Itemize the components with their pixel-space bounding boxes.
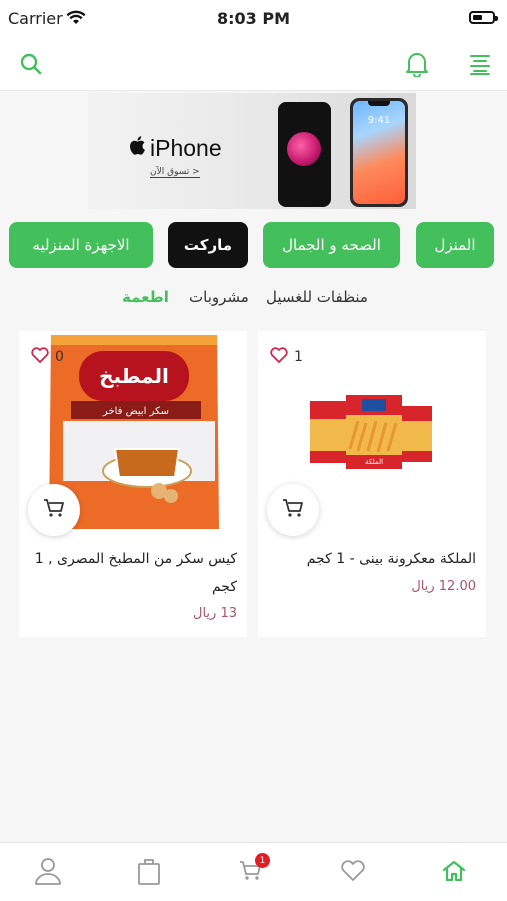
subcategory-food[interactable]: اطعمة	[122, 288, 169, 306]
product-name: كيس سكر من المطبخ المصرى , 1 كجم	[34, 551, 237, 595]
subcategory-drinks[interactable]: مشروبات	[189, 288, 249, 306]
phone-screen-clock: 9:41	[367, 115, 391, 126]
subcategory-detergents[interactable]: منظفات للغسيل	[266, 288, 368, 306]
category-health-beauty[interactable]: الصحه و الجمال	[263, 222, 400, 268]
pack-brand-label: الملكة	[365, 458, 383, 466]
shopping-bag-icon	[137, 857, 161, 889]
banner-title: iPhone	[128, 135, 222, 162]
iphone-back-image	[278, 102, 331, 207]
search-icon[interactable]	[16, 49, 46, 79]
heart-icon	[340, 860, 366, 886]
iphone-front-image: 9:41	[350, 98, 408, 207]
battery-icon	[469, 11, 498, 24]
bell-icon[interactable]	[402, 49, 432, 79]
banner-subtitle: تسوق الآن >	[150, 167, 200, 178]
product-name: الملكة معكرونة بينى - 1 كجم	[306, 551, 476, 567]
pack-brand-label: المطبخ	[99, 364, 169, 388]
heart-outline-icon	[31, 347, 49, 367]
product-card[interactable]: الملكة 1 الملكة معكرونة بينى - 1 كجم 12.…	[258, 331, 486, 637]
favorites-tab[interactable]	[337, 857, 369, 889]
banner-title-text: iPhone	[150, 135, 222, 161]
heart-outline-icon	[270, 347, 288, 367]
cart-tab[interactable]: 1	[235, 853, 270, 889]
home-tab[interactable]	[438, 857, 470, 889]
like-toggle[interactable]: 1	[270, 347, 303, 367]
pack-product-line: سكر ابيض فاخر	[102, 406, 169, 417]
profile-tab[interactable]	[32, 857, 64, 889]
cart-icon	[282, 498, 304, 522]
promo-banner[interactable]: iPhone تسوق الآن > 9:41	[88, 93, 416, 209]
add-to-cart-button[interactable]	[28, 484, 80, 536]
category-home[interactable]: المنزل	[416, 222, 494, 268]
product-price: 13 ريال	[193, 606, 237, 621]
like-count: 1	[294, 349, 303, 365]
home-icon	[442, 860, 466, 886]
like-count: 0	[55, 349, 64, 365]
bottom-tab-bar: 1	[0, 842, 507, 901]
cart-badge: 1	[255, 853, 270, 868]
category-home-appliances[interactable]: الاجهزة المنزليه	[9, 222, 153, 268]
menu-icon[interactable]	[465, 49, 495, 79]
cart-icon	[43, 498, 65, 522]
like-toggle[interactable]: 0	[31, 347, 64, 367]
add-to-cart-button[interactable]	[267, 484, 319, 536]
product-price: 12.00 ريال	[411, 579, 476, 594]
top-nav-bar	[0, 38, 507, 91]
status-bar: Carrier 8:03 PM	[0, 0, 507, 38]
apple-logo-icon	[128, 135, 146, 162]
product-card[interactable]: المطبخ سكر ابيض فاخر 0 كيس سكر من المطبخ…	[19, 331, 247, 637]
category-market[interactable]: ماركت	[168, 222, 248, 268]
orders-tab[interactable]	[133, 857, 165, 889]
clock: 8:03 PM	[216, 9, 290, 28]
user-icon	[35, 857, 61, 889]
